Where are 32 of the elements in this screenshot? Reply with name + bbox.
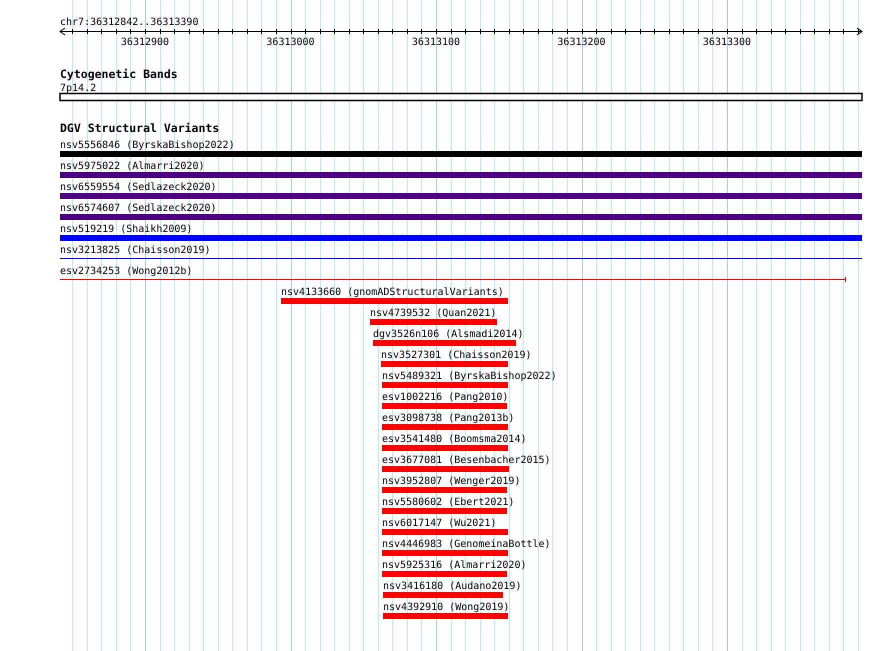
variant-label: esv3098738 (Pang2013b) [382, 413, 514, 424]
variant-label: nsv3416180 (Audano2019) [383, 581, 522, 592]
variant-label: nsv5556846 (ByrskaBishop2022) [60, 140, 235, 151]
tick-label: 36313100 [412, 37, 460, 48]
variant-label: esv2734253 (Wong2012b) [60, 266, 192, 277]
variant-label: esv3677081 (Besenbacher2015) [382, 455, 551, 466]
variant-label: nsv6017147 (Wu2021) [382, 518, 496, 529]
variant-label: nsv4446983 (GenomeinaBottle) [382, 539, 551, 550]
variant-label: nsv3952807 (Wenger2019) [382, 476, 520, 487]
variant-label: nsv519219 (Shaikh2009) [60, 224, 192, 235]
track-title: Cytogenetic Bands [60, 67, 178, 81]
variant-label: nsv6574607 (Sedlazeck2020) [60, 203, 217, 214]
tick-label: 36313200 [557, 37, 606, 48]
variant-label: esv1002216 (Pang2010) [382, 392, 508, 403]
variant-label: nsv5975022 (Almarri2020) [60, 161, 204, 172]
tick-label: 36313000 [266, 37, 315, 48]
variant-label: nsv5580602 (Ebert2021) [382, 497, 514, 508]
band-label: 7p14.2 [60, 83, 96, 94]
tick-label: 36313300 [702, 37, 752, 48]
track-title: DGV Structural Variants [60, 121, 220, 135]
variant-label: nsv3527301 (Chaisson2019) [381, 350, 532, 361]
region-label: chr7:36312842..36313390 [60, 17, 198, 28]
variant-label: nsv4392910 (Wong2019) [383, 602, 510, 613]
variant-label: nsv4739532 (Quan2021) [370, 308, 496, 319]
variant-label: dgv3526n106 (Alsmadi2014) [373, 329, 524, 340]
tick-label: 36312900 [120, 37, 170, 48]
variant-label: nsv4133660 (gnomADStructuralVariants) [281, 287, 504, 298]
variant-label: nsv6559554 (Sedlazeck2020) [60, 182, 217, 193]
variant-label: nsv5925316 (Almarri2020) [382, 560, 526, 571]
variant-label: nsv3213825 (Chaisson2019) [60, 245, 211, 256]
variant-label: nsv5489321 (ByrskaBishop2022) [382, 371, 557, 382]
variant-label: esv3541480 (Boomsma2014) [382, 434, 526, 445]
